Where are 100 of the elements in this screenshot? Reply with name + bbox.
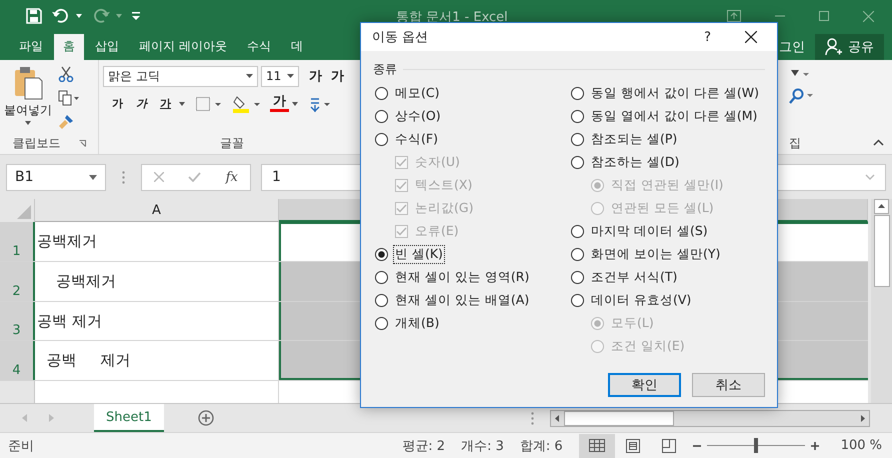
search-icon[interactable]	[789, 88, 813, 104]
option-label[interactable]: 조건부 서식(T)	[590, 269, 678, 286]
row-header[interactable]: 3	[0, 302, 35, 340]
group-label: 클립보드	[12, 134, 60, 152]
sum-text: 합계: 6	[520, 438, 563, 455]
add-person-icon	[825, 38, 843, 56]
font-color-button[interactable]: 가	[270, 95, 289, 112]
close-icon[interactable]	[745, 31, 757, 43]
cancel-button[interactable]: 취소	[692, 373, 765, 397]
maximize-icon[interactable]	[819, 11, 829, 22]
row-header[interactable]: 2	[0, 262, 35, 301]
plus-icon[interactable]	[810, 442, 819, 450]
option-label[interactable]: 동일 행에서 값이 다른 셀(W)	[590, 85, 760, 102]
radio-button[interactable]	[571, 87, 584, 100]
ribbon-tab[interactable]: 페이지 레이아웃	[130, 34, 236, 60]
vertical-scrollbar[interactable]	[871, 199, 892, 404]
column-header[interactable]: A	[35, 199, 279, 222]
border-icon[interactable]	[196, 96, 222, 111]
option-label[interactable]: 개체(B)	[394, 315, 440, 332]
chevron-icon	[865, 174, 875, 180]
radio-button[interactable]	[571, 294, 584, 307]
font-name-field[interactable]: 맑은 고딕	[103, 66, 258, 87]
ribbon-tab[interactable]: 데	[282, 34, 312, 60]
ok-button[interactable]: 확인	[608, 373, 681, 397]
scrollbar-thumb[interactable]	[874, 215, 890, 288]
underline-button[interactable]: 가	[155, 96, 176, 112]
sheet-tab[interactable]: Sheet1	[94, 404, 164, 432]
caret-icon[interactable]	[292, 102, 298, 106]
bold-button[interactable]: 가	[107, 96, 128, 112]
option-label[interactable]: 현재 셀이 있는 영역(R)	[394, 269, 530, 286]
name-box[interactable]: B1	[6, 164, 106, 191]
radio-button[interactable]	[375, 110, 388, 123]
scrollbar-thumb[interactable]	[564, 410, 674, 426]
group-label: 글꼴	[220, 134, 244, 152]
option-label[interactable]: 현재 셀이 있는 배열(A)	[394, 292, 530, 309]
page-icon	[626, 438, 640, 453]
ribbon-tab[interactable]: 홈	[54, 34, 84, 60]
launcher-icon[interactable]	[78, 140, 86, 147]
save-icon[interactable]	[26, 8, 42, 24]
normal-view-button[interactable]	[578, 434, 615, 458]
radio-button[interactable]	[375, 294, 388, 307]
option-label[interactable]: 데이터 유효성(V)	[590, 292, 692, 309]
caret-icon	[246, 74, 253, 78]
radio-button[interactable]	[571, 248, 584, 261]
option-label[interactable]: 참조하는 셀(D)	[590, 154, 680, 171]
grip-icon	[531, 412, 534, 425]
share-button[interactable]: 공유	[815, 34, 884, 60]
status-text: 준비	[8, 438, 34, 455]
slider-thumb[interactable]	[754, 438, 758, 454]
scroll-up-icon	[874, 199, 889, 214]
radio-button[interactable]	[375, 271, 388, 284]
option-label[interactable]: 참조되는 셀(P)	[590, 131, 678, 148]
insert-function-button[interactable]: fx	[226, 170, 238, 185]
radio-button[interactable]	[571, 110, 584, 123]
shrink-font-button[interactable]: 가	[328, 67, 347, 86]
fill-color-icon[interactable]	[233, 94, 261, 113]
grow-font-button[interactable]: 가	[306, 67, 325, 86]
scissors-icon[interactable]	[58, 66, 74, 82]
help-button[interactable]: ?	[704, 30, 711, 44]
option-label[interactable]: 마지막 데이터 셀(S)	[590, 223, 709, 240]
ribbon-tab[interactable]: 파일	[10, 34, 52, 60]
caret-icon[interactable]	[76, 14, 82, 18]
ribbon-display-icon[interactable]	[727, 10, 741, 22]
row-header[interactable]: 1	[0, 222, 35, 261]
font-size-field[interactable]: 11	[261, 66, 299, 87]
caret-icon[interactable]	[179, 102, 185, 106]
new-sheet-icon[interactable]	[198, 410, 214, 426]
radio-button[interactable]	[375, 317, 388, 330]
grip-icon	[122, 170, 125, 184]
count-text: 개수: 3	[461, 438, 504, 455]
radio-button[interactable]	[571, 271, 584, 284]
radio-button[interactable]	[375, 87, 388, 100]
option-label[interactable]: 메모(C)	[394, 85, 440, 102]
check-icon[interactable]	[188, 172, 202, 182]
option-label[interactable]: 수식(F)	[394, 131, 439, 148]
option-label[interactable]: 동일 열에서 값이 다른 셀(M)	[590, 108, 758, 125]
radio-button[interactable]	[571, 225, 584, 238]
option-label[interactable]: 빈 셀(K)	[394, 246, 444, 263]
italic-button[interactable]: 가	[131, 96, 152, 112]
radio-button[interactable]	[375, 248, 388, 261]
horizontal-scrollbar[interactable]	[550, 410, 870, 427]
sign-in-link[interactable]: 그인	[769, 34, 815, 60]
paste-button[interactable]: 붙여넣기	[4, 64, 52, 132]
clipboard-icon	[13, 66, 43, 100]
option-label[interactable]: 상수(O)	[394, 108, 442, 125]
group-label: 종류	[373, 61, 397, 78]
radio-button[interactable]	[571, 156, 584, 169]
dialog-title: 이동 옵션	[372, 29, 428, 46]
customize-icon[interactable]	[132, 12, 140, 20]
ribbon-tab[interactable]: 삽입	[86, 34, 128, 60]
collapse-icon[interactable]	[873, 139, 884, 146]
undo-icon[interactable]	[52, 8, 70, 24]
brush-icon[interactable]	[58, 114, 74, 130]
row-header[interactable]: 4	[0, 341, 35, 380]
caret-icon	[25, 120, 31, 125]
copy-icon[interactable]	[58, 90, 80, 106]
ribbon-tab[interactable]: 수식	[238, 34, 280, 60]
radio-button[interactable]	[375, 133, 388, 146]
option-label[interactable]: 화면에 보이는 셀만(Y)	[590, 246, 722, 263]
radio-button[interactable]	[571, 133, 584, 146]
